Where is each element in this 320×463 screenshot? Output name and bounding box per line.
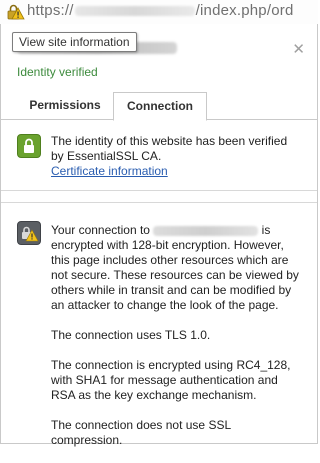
redacted-domain-inline xyxy=(153,225,259,236)
certificate-information-link[interactable]: Certificate information xyxy=(51,164,168,178)
tab-permissions[interactable]: Permissions xyxy=(17,92,113,119)
identity-status: Identity verified xyxy=(17,65,98,79)
view-site-information-tooltip: View site information xyxy=(12,32,137,52)
close-icon[interactable]: ✕ xyxy=(292,40,305,58)
identity-text-block: The identity of this website has been ve… xyxy=(51,134,301,179)
connection-paragraph-tls: The connection uses TLS 1.0. xyxy=(51,328,211,342)
connection-text-start: Your connection to xyxy=(51,223,150,237)
site-info-popup: ✕ Identity verified Permissions Connecti… xyxy=(0,24,318,447)
connection-section: Your connection to is encrypted with 128… xyxy=(1,202,317,447)
tab-connection[interactable]: Connection xyxy=(113,92,207,121)
connection-paragraph-cipher: The connection is encrypted using RC4_12… xyxy=(51,358,291,402)
warning-lock-icon[interactable] xyxy=(5,2,25,22)
identity-description: The identity of this website has been ve… xyxy=(51,134,288,163)
lock-warning-icon xyxy=(17,221,41,245)
tab-bar: Permissions Connection xyxy=(1,92,317,121)
address-bar[interactable]: https:// /index.php/ord xyxy=(0,0,318,25)
redacted-domain xyxy=(74,6,195,17)
identity-section: The identity of this website has been ve… xyxy=(1,120,317,191)
connection-paragraph-encryption: Your connection to is encrypted with 128… xyxy=(51,223,301,313)
lock-icon xyxy=(17,134,41,158)
url-protocol: https:// xyxy=(27,2,74,19)
connection-paragraph-compression: The connection does not use SSL compress… xyxy=(51,418,231,447)
url-path: /index.php/ord xyxy=(195,2,294,19)
connection-text-block: Your connection to is encrypted with 128… xyxy=(51,223,301,463)
url-text[interactable]: https:// /index.php/ord xyxy=(27,2,294,19)
